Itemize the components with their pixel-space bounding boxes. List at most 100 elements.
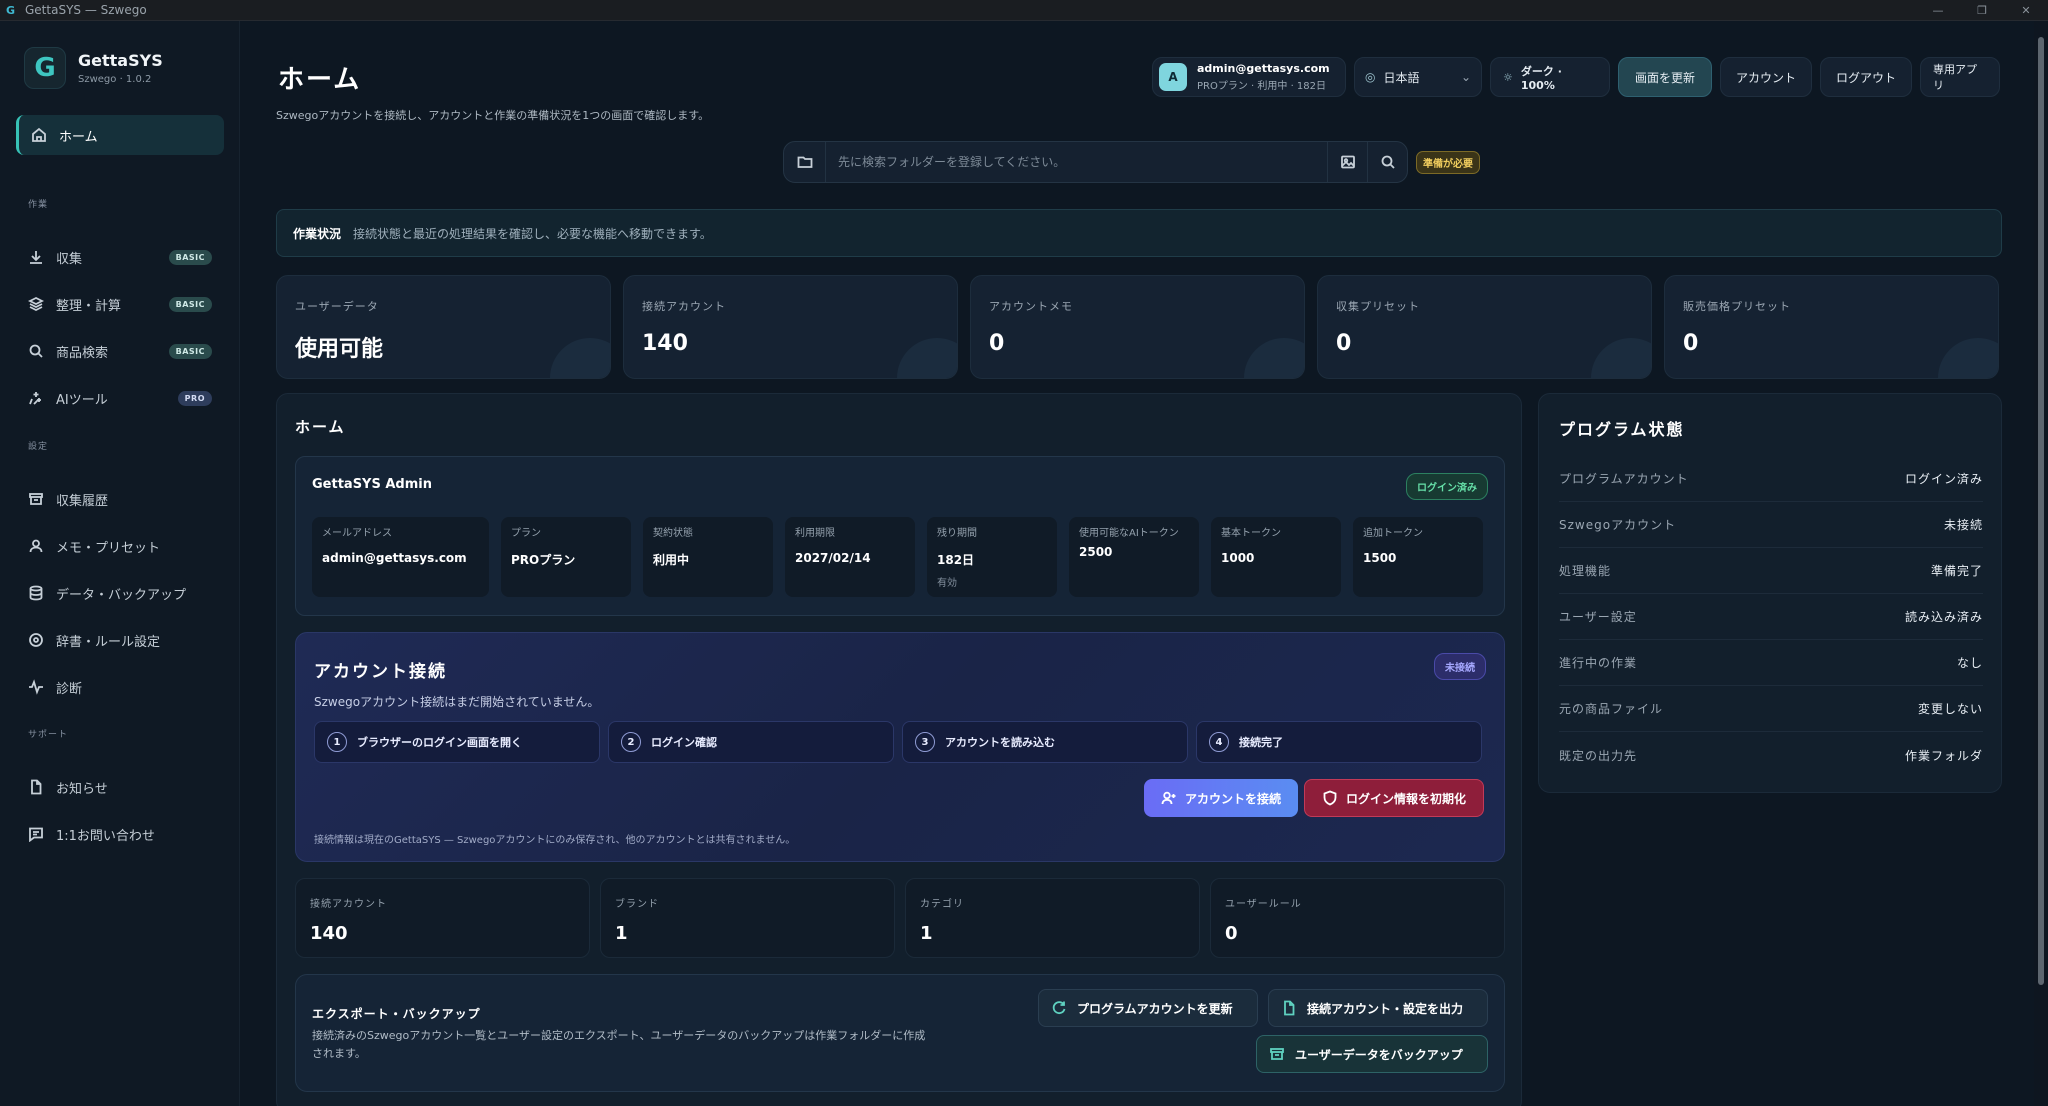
export-settings-label: 接続アカウント・設定を出力 [1307,1001,1464,1016]
sidebar-item-organize[interactable]: 整理・計算 BASIC [16,284,224,324]
home-panel: ホーム GettaSYS Admin ログイン済み メールアドレス admin@g… [276,393,1522,1106]
nav-section-settings: 設定 [28,442,49,452]
pulse-icon [16,679,56,695]
brand-name: GettaSYS [78,51,163,70]
archive-icon [1270,1048,1284,1060]
connect-subtitle: Szwegoアカウント接続はまだ開始されていません。 [314,695,600,709]
sidebar-item-history[interactable]: 収集履歴 [16,479,224,519]
refresh-icon [1052,1001,1066,1015]
user-icon [16,538,56,554]
sidebar-item-dict[interactable]: 辞書・ルール設定 [16,620,224,660]
step-label: アカウントを読み込む [945,736,1055,749]
info-value: 利用中 [653,553,690,567]
image-search-icon[interactable] [1327,142,1367,182]
refresh-button[interactable]: 画面を更新 [1618,57,1712,97]
stat-cards: ユーザーデータ 使用可能 接続アカウント 140 アカウントメモ 0 収集プリセット 0… [276,275,1999,379]
sidebar-item-label: 辞書・ルール設定 [56,634,161,650]
search-icon[interactable] [1367,142,1407,182]
step-label: ブラウザーのログイン画面を開く [357,736,522,749]
language-value: 日本語 [1383,70,1420,85]
status-value: 準備完了 [1930,564,1983,578]
sidebar-item-notice[interactable]: お知らせ [16,767,224,807]
avatar: A [1159,63,1187,91]
reset-login-button[interactable]: ログイン情報を初期化 [1304,779,1484,817]
account-info-grid: メールアドレス admin@gettasys.com プラン PROプラン 契約状態… [312,517,1483,597]
sidebar-item-collect[interactable]: 収集 BASIC [16,237,224,277]
account-card: GettaSYS Admin ログイン済み メールアドレス admin@getta… [295,456,1505,616]
close-icon[interactable]: ✕ [2004,0,2048,21]
sun-icon: ☼ [1503,70,1513,84]
connect-title: アカウント接続 [314,662,447,682]
plan-badge: BASIC [168,296,212,312]
dedicated-app-button[interactable]: 専用アプリ [1920,57,2000,97]
status-value: 読み込み済み [1904,610,1983,624]
account-button[interactable]: アカウント [1720,57,1812,97]
stat-card-account-memo: アカウントメモ 0 [970,275,1305,379]
work-status-text: 接続状態と最近の処理結果を確認し、必要な機能へ移動できます。 [353,226,712,241]
summary-card: 接続アカウント 140 [295,878,590,958]
backup-user-data-label: ユーザーデータをバックアップ [1295,1047,1463,1062]
top-bar: A admin@gettasys.com PROプラン · 利用中 · 182日… [1152,57,2000,97]
sidebar-item-label: データ・バックアップ [56,587,187,603]
logout-button[interactable]: ログアウト [1820,57,1912,97]
user-plan: PROプラン · 利用中 · 182日 [1197,81,1327,92]
program-status-row: 既定の出力先 作業フォルダ [1559,732,1983,778]
sidebar-item-contact[interactable]: 1:1お問い合わせ [16,814,224,854]
panel-title: ホーム [295,418,346,436]
program-status-row: 処理機能 準備完了 [1559,548,1983,594]
sidebar-item-label: 収集 [56,251,83,267]
connect-account-button[interactable]: アカウントを接続 [1144,779,1298,817]
theme-button[interactable]: ☼ ダーク · 100% [1490,57,1610,97]
page-subtitle: Szwegoアカウントを接続し、アカウントと作業の準備状況を1つの画面で確認しま… [276,109,710,122]
window-title: GettaSYS — Szwego [25,3,147,17]
info-cell: 利用期限 2027/02/14 [785,517,915,597]
download-icon [16,249,56,265]
sidebar-item-memo[interactable]: メモ・プリセット [16,526,224,566]
info-label: 利用期限 [795,528,835,539]
summary-card: ユーザールール 0 [1210,878,1505,958]
program-status-row: プログラムアカウント ログイン済み [1559,456,1983,502]
sidebar-item-label: AIツール [56,392,108,408]
account-name: GettaSYS Admin [312,477,432,492]
sparkle-icon [16,390,56,406]
scrollbar-thumb[interactable] [2038,37,2044,985]
search-icon [16,343,56,359]
sidebar-item-home[interactable]: ホーム [16,115,224,155]
nav-section-work: 作業 [28,200,49,210]
folder-icon[interactable] [784,142,826,182]
home-icon [19,127,59,143]
status-badge: 準備が必要 [1416,150,1480,174]
sidebar-item-ai-tools[interactable]: AIツール PRO [16,378,224,418]
connect-step: 3 アカウントを読み込む [902,721,1188,763]
info-label: プラン [511,528,541,539]
main-content: ホーム Szwegoアカウントを接続し、アカウントと作業の準備状況を1つの画面で… [240,21,2030,1106]
info-cell: 契約状態 利用中 [643,517,773,597]
program-status-panel: プログラム状態 プログラムアカウント ログイン済み Szwegoアカウント 未接続 … [1538,393,2002,793]
maximize-icon[interactable]: ❐ [1960,0,2004,21]
backup-user-data-button[interactable]: ユーザーデータをバックアップ [1256,1035,1488,1073]
sidebar-item-diag[interactable]: 診断 [16,667,224,707]
export-settings-button[interactable]: 接続アカウント・設定を出力 [1268,989,1488,1027]
user-email: admin@gettasys.com [1197,62,1330,75]
stat-label: 収集プリセット [1336,300,1420,313]
connect-step: 4 接続完了 [1196,721,1482,763]
info-cell: 使用可能なAIトークン 2500 [1069,517,1199,597]
program-status-row: 進行中の作業 なし [1559,640,1983,686]
summary-card: カテゴリ 1 [905,878,1200,958]
export-backup-card: エクスポート・バックアップ 接続済みのSzwegoアカウント一覧とユーザー設定の… [295,974,1505,1092]
status-label: 進行中の作業 [1559,656,1638,670]
scrollbar[interactable] [2034,21,2048,1106]
language-select[interactable]: ◎ 日本語 ⌄ [1354,57,1482,97]
search-input[interactable] [826,142,1327,182]
sidebar-item-product-search[interactable]: 商品検索 BASIC [16,331,224,371]
stat-label: ユーザーデータ [295,300,379,313]
export-title: エクスポート・バックアップ [312,1007,481,1021]
summary-label: ユーザールール [1225,899,1302,910]
step-label: 接続完了 [1239,736,1283,749]
minimize-icon[interactable]: — [1916,0,1960,21]
info-cell: 残り期間 182日 有効 [927,517,1057,597]
sidebar-item-backup[interactable]: データ・バックアップ [16,573,224,613]
update-program-account-button[interactable]: プログラムアカウントを更新 [1038,989,1258,1027]
summary-cards: 接続アカウント 140 ブランド 1 カテゴリ 1 ユーザールール 0 [295,878,1505,958]
user-chip[interactable]: A admin@gettasys.com PROプラン · 利用中 · 182日 [1152,57,1346,97]
